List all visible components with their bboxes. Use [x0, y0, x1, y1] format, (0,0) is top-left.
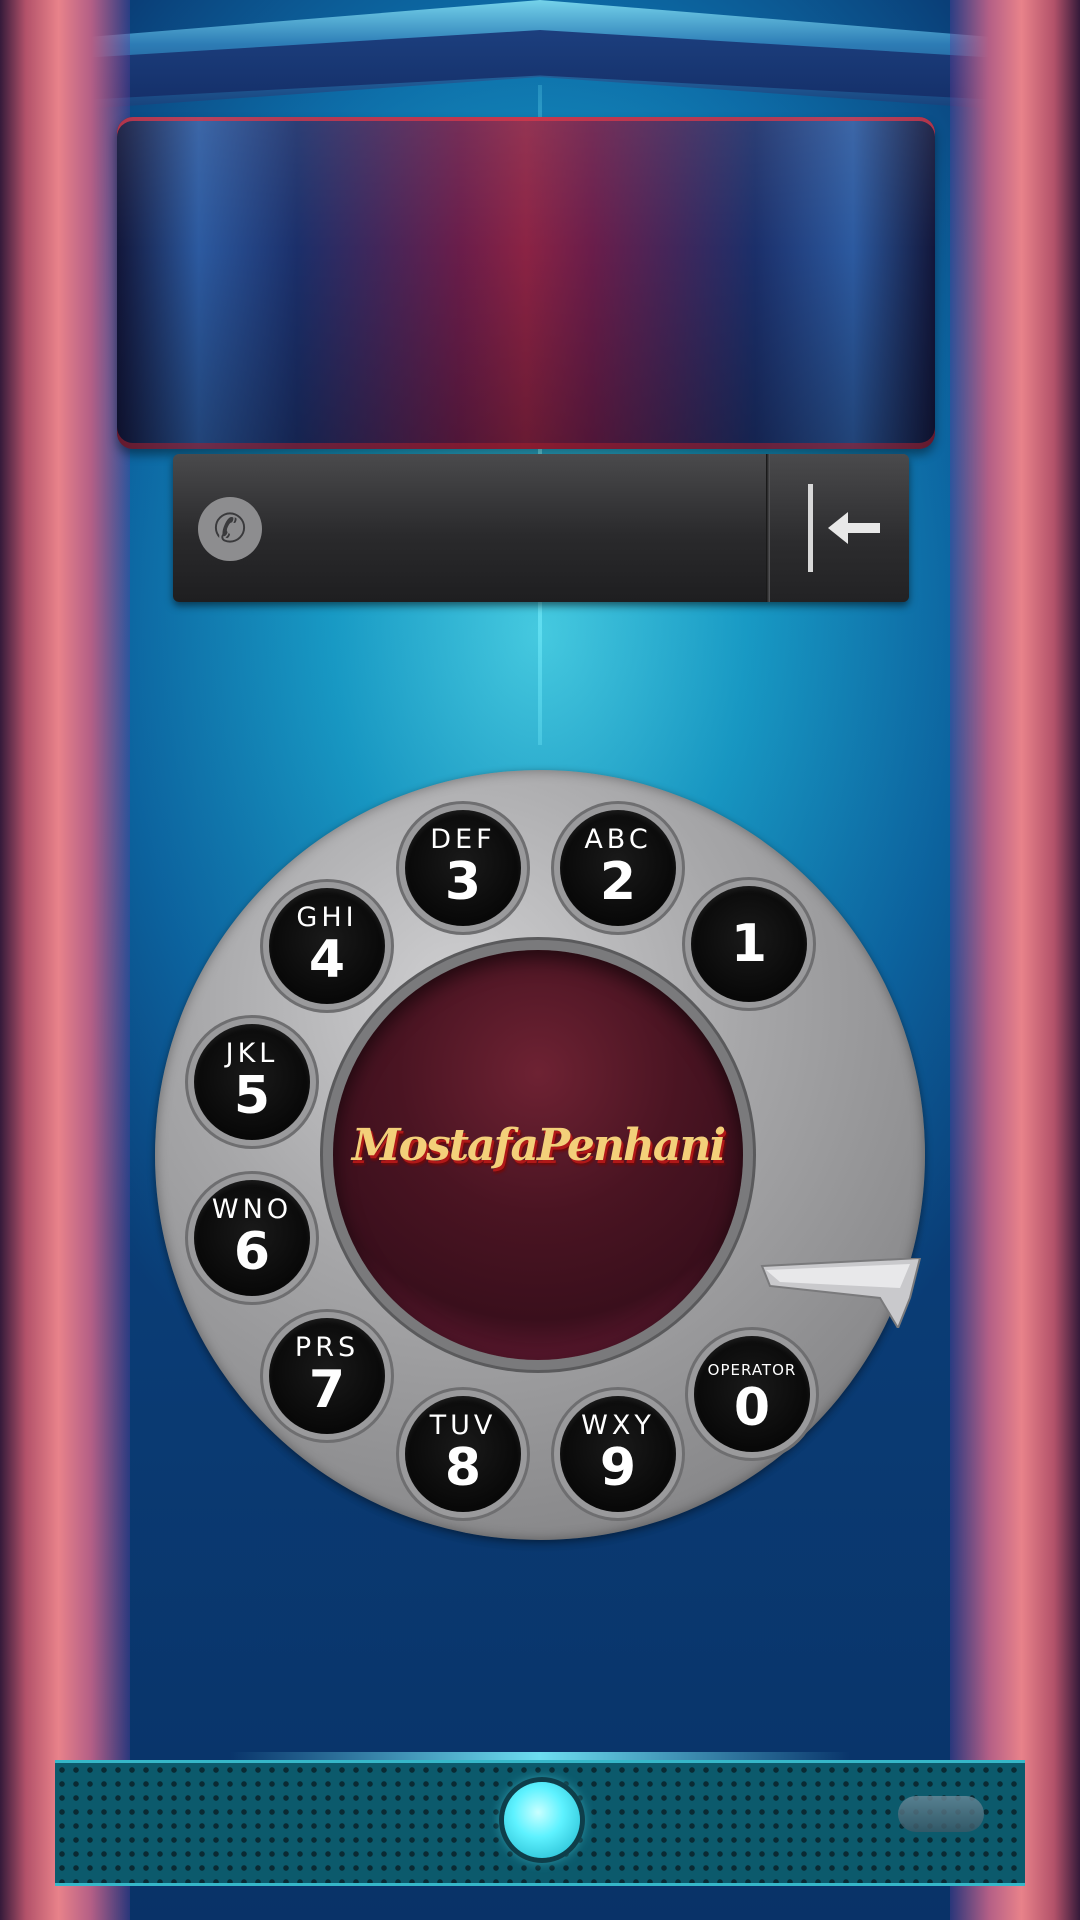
dial-hole-2[interactable]: ABC 2 [560, 810, 676, 926]
phone-icon[interactable]: ✆ [198, 497, 262, 561]
dial-hole-9[interactable]: WXY 9 [560, 1396, 676, 1512]
hole-letters: TUV [429, 1410, 497, 1441]
backspace-arrow-icon [808, 484, 880, 572]
hole-digit: 4 [308, 930, 346, 990]
hole-letters: WXY [581, 1410, 655, 1441]
left-pillar [0, 0, 130, 1920]
right-pillar [950, 0, 1080, 1920]
hole-letters: PRS [294, 1332, 360, 1363]
display-shine [117, 117, 935, 449]
hole-digit: 0 [733, 1378, 771, 1438]
dial-hole-0[interactable]: OPERATOR 0 [694, 1336, 810, 1452]
hole-digit: 8 [444, 1438, 482, 1498]
hole-digit: 2 [599, 852, 637, 912]
finger-stop [760, 1258, 922, 1328]
dial-hole-5[interactable]: JKL 5 [194, 1024, 310, 1140]
hole-letters: DEF [430, 824, 496, 855]
hole-digit: 1 [730, 914, 768, 974]
hole-digit: 5 [233, 1066, 271, 1126]
dial-hole-1[interactable]: 1 [691, 886, 807, 1002]
hole-letters: GHI [296, 902, 358, 933]
hole-digit: 7 [308, 1360, 346, 1420]
number-field[interactable] [280, 470, 764, 588]
dial-hole-6[interactable]: WNO 6 [194, 1180, 310, 1296]
dial-hole-7[interactable]: PRS 7 [269, 1318, 385, 1434]
hole-digit: 3 [444, 852, 482, 912]
hole-digit: 9 [599, 1438, 637, 1498]
brand-logo: MostafaPenhani [351, 1120, 726, 1171]
display-panel [117, 117, 935, 449]
dial-hole-8[interactable]: TUV 8 [405, 1396, 521, 1512]
hole-digit: 6 [233, 1222, 271, 1282]
dial-hole-3[interactable]: DEF 3 [405, 810, 521, 926]
hole-letters: ABC [584, 824, 652, 855]
home-button-icon[interactable] [504, 1782, 580, 1858]
hole-letters: JKL [225, 1038, 279, 1069]
hole-letters: WNO [211, 1194, 293, 1225]
side-pill-button[interactable] [898, 1796, 984, 1832]
dial-hole-4[interactable]: GHI 4 [269, 888, 385, 1004]
